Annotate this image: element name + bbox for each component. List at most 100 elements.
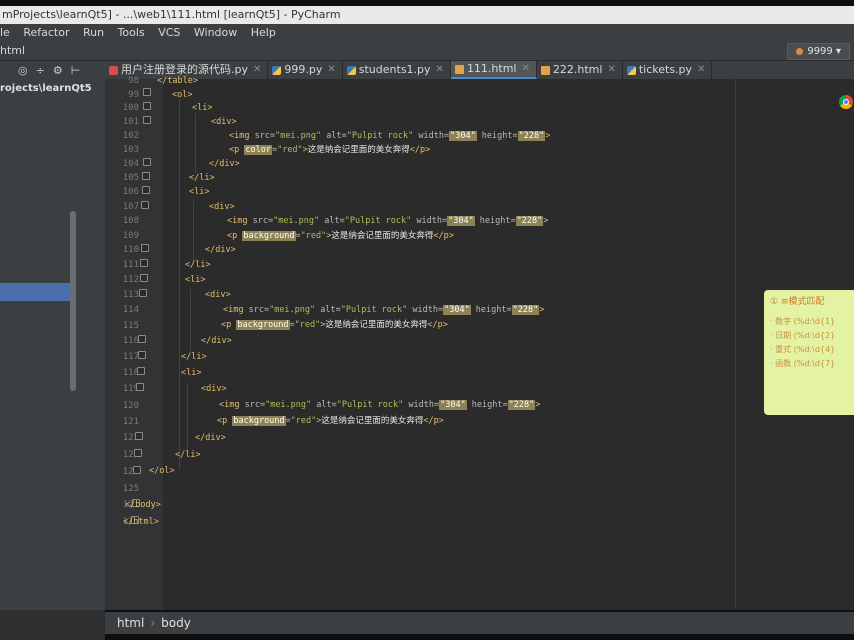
close-icon[interactable]: ✕: [522, 60, 530, 78]
fold-marker[interactable]: [142, 172, 150, 180]
menu-bar: le Refactor Run Tools VCS Window Help: [0, 24, 854, 42]
fold-marker[interactable]: [138, 335, 146, 343]
menu-item-refactor[interactable]: Refactor: [23, 24, 69, 42]
fold-marker[interactable]: [140, 259, 148, 267]
tab-222-html[interactable]: 222.html ✕: [537, 61, 623, 79]
fold-marker[interactable]: [136, 383, 144, 391]
breadcrumb-html[interactable]: html: [117, 612, 144, 634]
fold-marker[interactable]: [135, 432, 143, 440]
code-line: </div>: [205, 245, 236, 255]
code-line: <img src="mei.png" alt="Pulpit rock" wid…: [223, 305, 545, 315]
project-root[interactable]: rojects\learnQt5: [0, 83, 105, 94]
menu-item-window[interactable]: Window: [194, 24, 237, 42]
window-title: mProjects\learnQt5] - ...\web1\111.html …: [2, 8, 341, 21]
code-line: </div>: [195, 433, 226, 443]
popup-row: · 数字 (%d:\d{1}: [770, 317, 836, 326]
line-number: 104: [122, 159, 139, 169]
gear-icon[interactable]: ⚙: [53, 64, 63, 77]
code-editor[interactable]: 98 99 100 101 102 103 104 105 106 107 10…: [105, 76, 854, 610]
tab-999-py[interactable]: 999.py ✕: [268, 61, 343, 79]
code-line: <li>: [185, 275, 206, 285]
chrome-browser-icon[interactable]: [839, 95, 853, 109]
project-scrollbar[interactable]: [70, 211, 76, 391]
fold-marker[interactable]: [143, 116, 151, 124]
code-line: <li>: [181, 368, 202, 378]
editor-gutter: 98 99 100 101 102 103 104 105 106 107 10…: [105, 76, 163, 610]
indent-guide: [179, 99, 180, 469]
fold-marker[interactable]: [143, 102, 151, 110]
html-file-icon: [540, 65, 550, 75]
python-file-icon: [109, 65, 118, 75]
line-number: 118: [122, 368, 139, 378]
menu-item-refactor-prefix[interactable]: le: [0, 24, 10, 42]
fold-marker[interactable]: [138, 351, 146, 359]
fold-marker[interactable]: [137, 367, 145, 375]
code-line: <div>: [205, 290, 231, 300]
code-line: <img src="mei.png" alt="Pulpit rock" wid…: [227, 216, 549, 226]
fold-marker[interactable]: [142, 186, 150, 194]
tab-label: students1.py: [358, 63, 431, 76]
fold-marker[interactable]: [143, 88, 151, 96]
nav-path[interactable]: html: [0, 44, 25, 57]
line-number: 117: [122, 352, 139, 362]
line-number: 110: [122, 245, 139, 255]
code-line: </div>: [201, 336, 232, 346]
popup-row: · 函数 (%d:\d{7}: [770, 359, 836, 368]
line-number: 125: [122, 484, 139, 494]
line-number: 99: [128, 90, 139, 100]
indent-guide: [195, 113, 196, 173]
run-configuration-dropdown[interactable]: 9999 ▾: [787, 43, 850, 60]
menu-item-run[interactable]: Run: [83, 24, 104, 42]
code-line: <div>: [211, 117, 237, 127]
code-line: </body>: [125, 500, 161, 510]
code-line: <p color="red">这是纳会记里面的美女奔得</p>: [229, 145, 431, 155]
line-number: 114: [122, 305, 139, 315]
menu-item-help[interactable]: Help: [251, 24, 276, 42]
tab-tickets-py[interactable]: tickets.py ✕: [623, 61, 713, 79]
close-icon[interactable]: ✕: [253, 61, 261, 79]
indent-guide: [187, 383, 188, 449]
menu-item-tools[interactable]: Tools: [118, 24, 145, 42]
code-line: </li>: [181, 352, 207, 362]
close-icon[interactable]: ✕: [607, 61, 615, 79]
fold-marker[interactable]: [134, 449, 142, 457]
tab-111-html[interactable]: 111.html ✕: [450, 60, 537, 79]
popup-title: ① ≡模式匹配: [770, 297, 825, 307]
fold-marker[interactable]: [139, 289, 147, 297]
editor-tabs: 用户注册登录的源代码.py ✕ 999.py ✕ students1.py ✕ …: [105, 61, 854, 79]
close-icon[interactable]: ✕: [436, 61, 444, 79]
close-icon[interactable]: ✕: [327, 61, 335, 79]
tab-students1-py[interactable]: students1.py ✕: [343, 61, 451, 79]
right-margin-guide: [735, 79, 736, 610]
code-line: </table>: [157, 76, 198, 86]
fold-marker[interactable]: [133, 466, 141, 474]
code-line: </html>: [123, 517, 159, 527]
line-number: 122: [122, 433, 139, 443]
line-number: 119: [122, 384, 139, 394]
line-number: 120: [122, 401, 139, 411]
breadcrumb-body[interactable]: body: [161, 612, 191, 634]
line-number: 121: [122, 417, 139, 427]
project-tool-window: ◎ ÷ ⚙ ⊢ rojects\learnQt5: [0, 61, 105, 640]
hide-icon[interactable]: ⊢: [71, 64, 81, 77]
fold-marker[interactable]: [141, 244, 149, 252]
breadcrumb: html › body: [105, 612, 854, 634]
line-number: 101: [122, 117, 139, 127]
sync-icon[interactable]: ◎: [18, 64, 28, 77]
menu-item-vcs[interactable]: VCS: [158, 24, 180, 42]
run-config-label: 9999: [807, 46, 833, 57]
line-number: 107: [122, 202, 139, 212]
close-icon[interactable]: ✕: [697, 61, 705, 79]
fold-marker[interactable]: [143, 158, 151, 166]
fold-marker[interactable]: [140, 274, 148, 282]
popup-row: · 日期 (%d:\d{2}: [770, 331, 836, 340]
code-line: </div>: [209, 159, 240, 169]
python-file-icon: [346, 65, 356, 75]
selected-project-row[interactable]: [0, 283, 72, 301]
line-number: 103: [122, 145, 139, 155]
fold-marker[interactable]: [141, 201, 149, 209]
collapse-icon[interactable]: ÷: [36, 64, 45, 77]
ide-window: mProjects\learnQt5] - ...\web1\111.html …: [0, 0, 854, 640]
line-number: 108: [122, 216, 139, 226]
line-number: 111: [122, 260, 139, 270]
